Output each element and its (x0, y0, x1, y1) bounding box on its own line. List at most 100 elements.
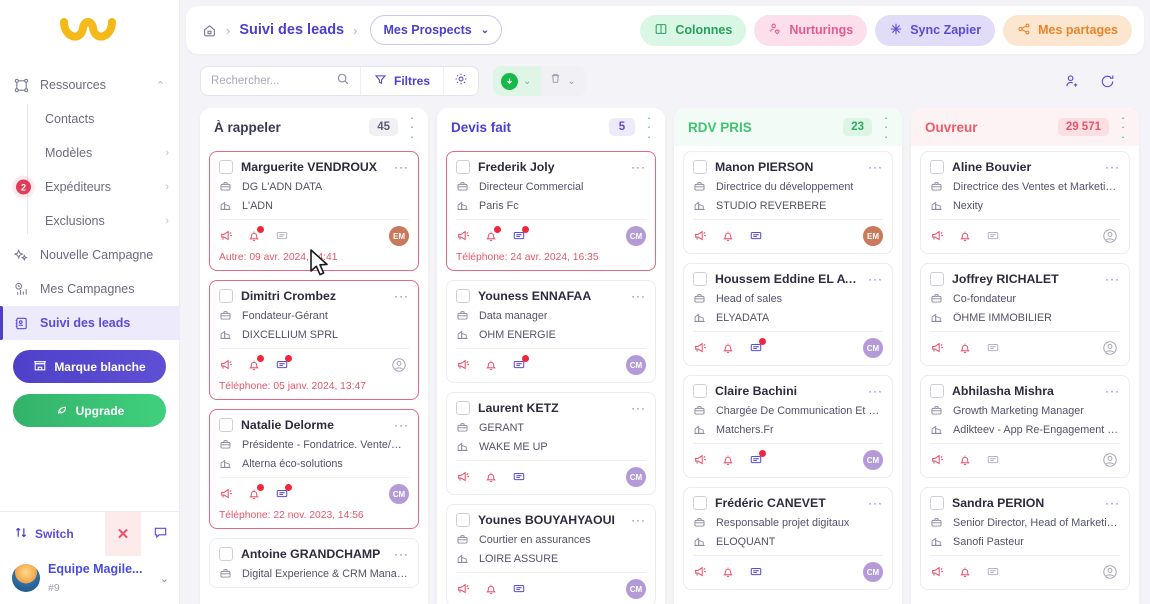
card-owner-avatar[interactable]: CM (863, 338, 883, 358)
card-checkbox[interactable] (456, 401, 470, 415)
card-menu-button[interactable]: ··· (1105, 497, 1120, 509)
lead-card[interactable]: Youness ENNAFAA ··· Data manager OHM ENE… (446, 280, 656, 383)
nurturings-button[interactable]: Nurturings (754, 14, 868, 46)
sidebar-item-ressources[interactable]: Ressources ⌃ (0, 68, 179, 102)
lead-card[interactable]: Joffrey RICHALET ··· Co-fondateur ÔHME I… (920, 263, 1130, 366)
card-checkbox[interactable] (219, 547, 233, 561)
megaphone-icon[interactable] (693, 565, 707, 579)
sidebar-item-suivi-des-leads[interactable]: Suivi des leads (0, 306, 179, 340)
megaphone-icon[interactable] (693, 229, 707, 243)
megaphone-icon[interactable] (930, 565, 944, 579)
card-menu-button[interactable]: ··· (868, 385, 883, 397)
card-checkbox[interactable] (456, 289, 470, 303)
sync-zapier-button[interactable]: Sync Zapier (875, 14, 996, 46)
bell-icon[interactable] (958, 453, 972, 467)
comment-icon[interactable] (986, 341, 1000, 355)
megaphone-icon[interactable] (693, 453, 707, 467)
sidebar-item-contacts[interactable]: Contacts (27, 102, 179, 136)
card-checkbox[interactable] (930, 160, 944, 174)
card-owner-avatar[interactable]: CM (626, 355, 646, 375)
bell-icon[interactable] (484, 470, 498, 484)
add-user-icon[interactable] (1064, 73, 1081, 90)
page-title[interactable]: Suivi des leads (239, 22, 344, 38)
chat-button[interactable] (141, 512, 179, 556)
lead-card[interactable]: Aline Bouvier ··· Directrice des Ventes … (920, 151, 1130, 254)
bell-icon[interactable] (958, 341, 972, 355)
upgrade-button[interactable]: Upgrade (13, 394, 166, 427)
settings-button[interactable] (444, 67, 478, 95)
logo-container[interactable] (0, 0, 179, 62)
lead-card[interactable]: Dimitri Crombez ··· Fondateur-Gérant DIX… (209, 280, 419, 400)
sidebar-item-mes-campagnes[interactable]: Mes Campagnes (0, 272, 179, 306)
lead-card[interactable]: Frederik Joly ··· Directeur Commercial P… (446, 151, 656, 271)
search-input[interactable] (211, 75, 336, 87)
white-label-button[interactable]: Marque blanche (13, 350, 166, 383)
megaphone-icon[interactable] (930, 453, 944, 467)
bell-icon[interactable] (958, 565, 972, 579)
bell-icon[interactable] (958, 229, 972, 243)
card-menu-button[interactable]: ··· (394, 548, 409, 560)
column-card-list[interactable]: Marguerite VENDROUX ··· DG L'ADN DATA L'… (200, 146, 428, 604)
card-checkbox[interactable] (219, 289, 233, 303)
comment-icon[interactable] (512, 355, 529, 372)
sidebar-item-exclusions[interactable]: Exclusions › (27, 204, 179, 238)
sidebar-item-nouvelle-campagne[interactable]: Nouvelle Campagne (0, 238, 179, 272)
card-menu-button[interactable]: ··· (631, 514, 646, 526)
bell-icon[interactable] (721, 565, 735, 579)
delete-button[interactable]: ⌄ (541, 66, 586, 96)
card-owner-avatar[interactable]: CM (389, 484, 409, 504)
card-owner-avatar[interactable]: EM (863, 226, 883, 246)
lead-card[interactable]: Claire Bachini ··· Chargée De Communicat… (683, 375, 893, 478)
chevron-down-icon[interactable]: ⌄ (565, 76, 577, 87)
column-menu-button[interactable]: · · · (406, 111, 418, 142)
comment-icon[interactable] (275, 355, 292, 372)
lead-card[interactable]: Laurent KETZ ··· GERANT WAKE ME UP CM (446, 392, 656, 495)
card-menu-button[interactable]: ··· (1105, 161, 1120, 173)
export-button[interactable]: ⌄ (493, 66, 542, 96)
comment-icon[interactable] (986, 229, 1000, 243)
megaphone-icon[interactable] (456, 229, 470, 243)
lead-card[interactable]: Sandra PERION ··· Senior Director, Head … (920, 487, 1130, 590)
megaphone-icon[interactable] (219, 229, 233, 243)
megaphone-icon[interactable] (219, 487, 233, 501)
lead-card[interactable]: Marguerite VENDROUX ··· DG L'ADN DATA L'… (209, 151, 419, 271)
column-card-list[interactable]: Aline Bouvier ··· Directrice des Ventes … (911, 146, 1139, 604)
switch-button[interactable]: Switch (0, 525, 105, 543)
column-card-list[interactable]: Manon PIERSON ··· Directrice du développ… (674, 146, 902, 604)
megaphone-icon[interactable] (456, 470, 470, 484)
card-checkbox[interactable] (219, 160, 233, 174)
card-checkbox[interactable] (693, 496, 707, 510)
card-owner-avatar[interactable]: CM (626, 579, 646, 599)
card-menu-button[interactable]: ··· (1105, 273, 1120, 285)
card-owner-avatar[interactable]: CM (626, 467, 646, 487)
comment-icon[interactable] (512, 226, 529, 243)
card-menu-button[interactable]: ··· (631, 290, 646, 302)
card-checkbox[interactable] (930, 496, 944, 510)
chevron-down-icon[interactable]: ⌄ (521, 76, 533, 87)
card-menu-button[interactable]: ··· (394, 419, 409, 431)
card-owner-avatar[interactable]: EM (389, 226, 409, 246)
column-menu-button[interactable]: · · · (643, 111, 655, 142)
team-selector[interactable]: Equipe Magile... #9 ⌄ (0, 556, 179, 604)
megaphone-icon[interactable] (456, 358, 470, 372)
card-menu-button[interactable]: ··· (394, 161, 409, 173)
comment-icon[interactable] (749, 565, 763, 579)
lead-card[interactable]: Houssem Eddine EL AYADI ··· Head of sale… (683, 263, 893, 366)
column-card-list[interactable]: Frederik Joly ··· Directeur Commercial P… (437, 146, 665, 604)
lead-card[interactable]: Manon PIERSON ··· Directrice du développ… (683, 151, 893, 254)
card-owner-avatar[interactable]: CM (863, 562, 883, 582)
card-checkbox[interactable] (693, 160, 707, 174)
comment-icon[interactable] (275, 484, 292, 501)
close-button[interactable]: ✕ (105, 512, 141, 556)
bell-icon[interactable] (247, 484, 264, 501)
card-checkbox[interactable] (456, 160, 470, 174)
search-box[interactable] (201, 67, 361, 95)
lead-card[interactable]: Abhilasha Mishra ··· Growth Marketing Ma… (920, 375, 1130, 478)
card-checkbox[interactable] (693, 384, 707, 398)
card-menu-button[interactable]: ··· (631, 402, 646, 414)
megaphone-icon[interactable] (930, 341, 944, 355)
sidebar-item-modeles[interactable]: Modèles › (27, 136, 179, 170)
bell-icon[interactable] (721, 453, 735, 467)
refresh-icon[interactable] (1099, 73, 1116, 90)
search-icon[interactable] (336, 72, 350, 91)
